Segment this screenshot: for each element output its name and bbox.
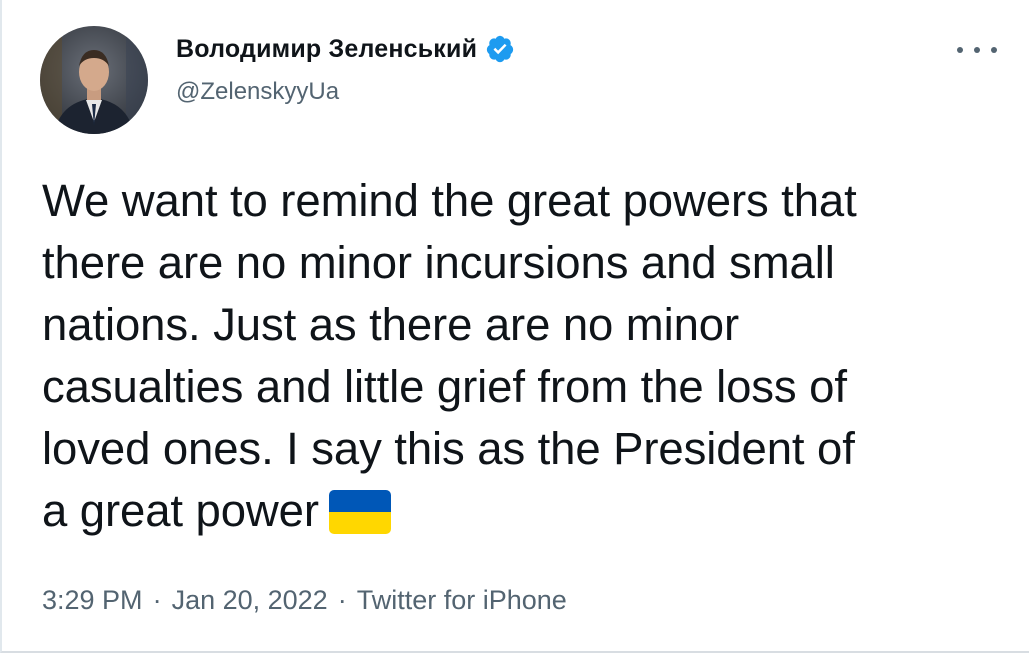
tweet-text-line: nations. Just as there are no minor	[42, 299, 740, 350]
dot	[991, 47, 997, 53]
separator: ·	[337, 585, 347, 615]
tweet-text-line: there are no minor incursions and small	[42, 237, 835, 288]
tweet-card: Володимир Зеленський @ZelenskyyUa We wan…	[0, 0, 1029, 653]
tweet-time[interactable]: 3:29 PM	[42, 585, 143, 616]
tweet-meta: 3:29 PM · Jan 20, 2022 · Twitter for iPh…	[42, 585, 567, 616]
tweet-text-line: casualties and little grief from the los…	[42, 361, 847, 412]
user-handle[interactable]: @ZelenskyyUa	[176, 78, 515, 106]
tweet-date[interactable]: Jan 20, 2022	[172, 585, 328, 616]
dot	[974, 47, 980, 53]
tweet-header: Володимир Зеленський @ZelenskyyUa	[176, 34, 515, 106]
tweet-source[interactable]: Twitter for iPhone	[357, 585, 567, 616]
name-row: Володимир Зеленський	[176, 34, 515, 64]
dot	[957, 47, 963, 53]
verified-badge-icon	[485, 34, 515, 64]
avatar-photo	[40, 26, 148, 134]
tweet-text-line: We want to remind the great powers that	[42, 175, 857, 226]
ukraine-flag-icon	[328, 490, 391, 534]
tweet-text-last-line: a great power	[42, 480, 1002, 542]
tweet-text: We want to remind the great powers that …	[42, 170, 1002, 542]
display-name[interactable]: Володимир Зеленський	[176, 35, 477, 64]
tweet-text-line: loved ones. I say this as the President …	[42, 423, 855, 474]
separator: ·	[152, 585, 162, 615]
more-options-icon[interactable]	[957, 40, 997, 60]
avatar[interactable]	[40, 26, 148, 134]
tweet-text-line: a great power	[42, 485, 319, 536]
